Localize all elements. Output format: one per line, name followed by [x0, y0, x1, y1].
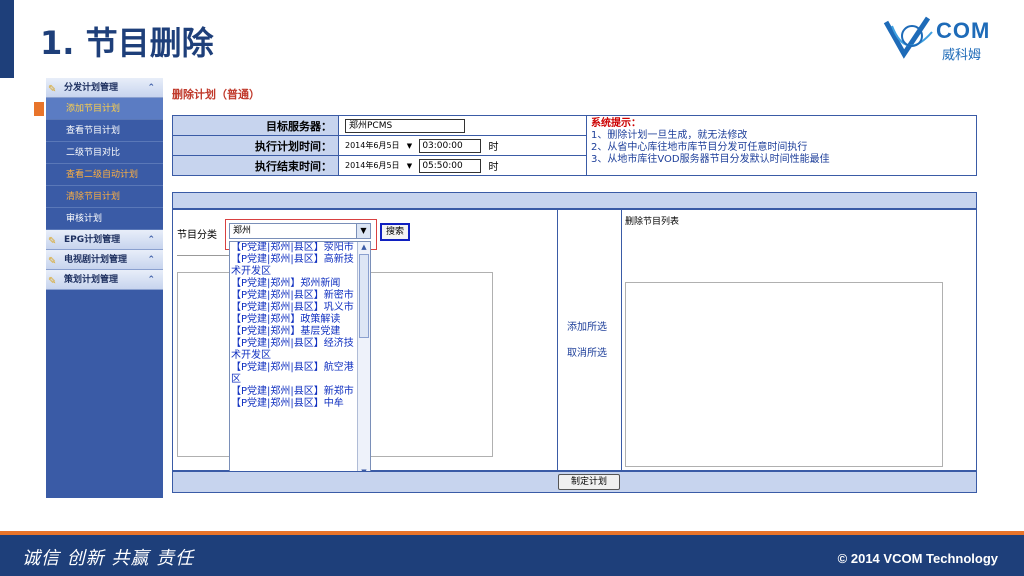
cancel-selected-link[interactable]: 取消所选 — [567, 344, 607, 359]
end-time-field[interactable]: 05:50:00 — [419, 158, 482, 173]
program-selection-area: 节目分类 郑州 ▼ 搜索 【P党建|郑州|县区】荥阳市 【P党建|郑州|县区】高… — [172, 209, 977, 479]
column-divider — [557, 210, 558, 470]
tip-line: 1、删除计划一旦生成，就无法修改 — [591, 130, 748, 141]
action-bar: 制定计划 — [172, 471, 977, 493]
plan-form: 目标服务器： 郑州PCMS 系统提示： 1、删除计划一旦生成，就无法修改 2、从… — [172, 115, 977, 176]
dropdown-option[interactable]: 【P党建|郑州|县区】巩义市 — [230, 302, 358, 314]
dropdown-option[interactable]: 【P党建|郑州|县区】新密市 — [230, 290, 358, 302]
sidebar-item-add-plan[interactable]: 添加节目计划 — [46, 98, 163, 120]
sidebar-group-label: EPG计划管理 — [64, 235, 121, 245]
end-time-label: 执行结束时间： — [255, 159, 332, 173]
footer-slogan: 诚信 创新 共赢 责任 — [22, 548, 195, 569]
chevron-down-icon[interactable]: ▼ — [356, 224, 370, 238]
collapse-arrow-icon: ⌃ — [147, 83, 155, 93]
create-plan-button[interactable]: 制定计划 — [558, 474, 620, 490]
footer: 诚信 创新 共赢 责任 © 2014 VCOM Technology — [0, 535, 1024, 576]
main-panel: 删除计划（普通） 目标服务器： 郑州PCMS 系统提示： 1、删除计划一旦生成，… — [168, 80, 980, 498]
sidebar-group-label: 分发计划管理 — [64, 83, 119, 93]
dropdown-option[interactable]: 【P党建|郑州|县区】荥阳市 — [230, 242, 358, 254]
unit-label: 时 — [488, 162, 499, 173]
server-field[interactable]: 郑州PCMS — [345, 118, 465, 133]
dropdown-list: 【P党建|郑州|县区】荥阳市 【P党建|郑州|县区】高新技术开发区 【P党建|郑… — [230, 242, 358, 410]
title-accent-bar — [0, 0, 14, 78]
orange-marker — [34, 102, 44, 116]
sidebar-group-epg[interactable]: ✎ EPG计划管理 ⌃ — [46, 230, 163, 250]
sidebar-item-view-plan[interactable]: 查看节目计划 — [46, 120, 163, 142]
section-divider — [172, 192, 977, 209]
sidebar-item-compare[interactable]: 二级节目对比 — [46, 142, 163, 164]
collapse-arrow-icon: ⌃ — [147, 275, 155, 285]
system-tips: 系统提示： 1、删除计划一旦生成，就无法修改 2、从省中心库往地市库节目分发可任… — [586, 115, 977, 176]
category-value: 郑州 — [233, 226, 252, 236]
search-button[interactable]: 搜索 — [380, 223, 410, 241]
dropdown-option[interactable]: 【P党建|郑州|县区】经济技术开发区 — [230, 338, 358, 362]
delete-list-label: 删除节目列表 — [625, 217, 680, 227]
vcom-logo: COM 威科姆 — [882, 14, 1002, 66]
unit-label: 时 — [488, 142, 499, 153]
tip-line: 3、从地市库往VOD服务器节目分发默认时间性能最佳 — [591, 154, 830, 165]
chevron-down-icon[interactable]: ▼ — [407, 162, 412, 170]
pencil-icon: ✎ — [48, 276, 57, 287]
logo-text: COM — [936, 18, 991, 43]
sidebar-group-tv-series[interactable]: ✎ 电视剧计划管理 ⌃ — [46, 250, 163, 270]
pencil-icon: ✎ — [48, 236, 57, 247]
delete-program-list[interactable] — [625, 282, 943, 467]
slide-title: 1. 节目删除 — [40, 24, 214, 62]
page-title: 删除计划（普通） — [172, 88, 260, 101]
dropdown-option[interactable]: 【P党建|郑州】政策解读 — [230, 314, 358, 326]
add-selected-link[interactable]: 添加所选 — [567, 318, 607, 333]
dropdown-option[interactable]: 【P党建|郑州】郑州新闻 — [230, 278, 358, 290]
start-time-label: 执行计划时间： — [255, 139, 332, 153]
copyright: © 2014 VCOM Technology — [837, 551, 998, 566]
sidebar-group-label: 策划计划管理 — [64, 275, 119, 285]
column-divider — [621, 210, 622, 470]
dropdown-option[interactable]: 【P党建|郑州|县区】新郑市 — [230, 386, 358, 398]
start-time-field[interactable]: 03:00:00 — [419, 138, 482, 153]
dropdown-option[interactable]: 【P党建|郑州|县区】高新技术开发区 — [230, 254, 358, 278]
tips-title: 系统提示： — [591, 118, 641, 129]
vcom-logo-icon — [883, 16, 933, 59]
logo-subtitle: 威科姆 — [942, 48, 982, 63]
tip-line: 2、从省中心库往地市库节目分发可任意时间执行 — [591, 142, 808, 153]
scroll-up-icon[interactable]: ▲ — [358, 242, 370, 253]
end-date-select[interactable]: 2014年6月5日 — [345, 160, 400, 171]
dropdown-scrollbar[interactable]: ▲ ▼ — [357, 242, 370, 478]
sidebar-group-distribution[interactable]: ✎ 分发计划管理 ⌃ — [46, 78, 163, 98]
scroll-thumb[interactable] — [359, 254, 369, 338]
collapse-arrow-icon: ⌃ — [147, 235, 155, 245]
sidebar-item-clear-plan[interactable]: 清除节目计划 — [46, 186, 163, 208]
divider — [177, 255, 229, 256]
dropdown-option[interactable]: 【P党建|郑州】基层党建 — [230, 326, 358, 338]
dropdown-option[interactable]: 【P党建|郑州|县区】航空港区 — [230, 362, 358, 386]
server-label: 目标服务器： — [266, 119, 332, 133]
pencil-icon: ✎ — [48, 256, 57, 267]
sidebar-group-label: 电视剧计划管理 — [64, 255, 128, 265]
chevron-down-icon[interactable]: ▼ — [407, 142, 412, 150]
category-label: 节目分类 — [177, 230, 217, 241]
category-select[interactable]: 郑州 ▼ — [229, 223, 371, 239]
collapse-arrow-icon: ⌃ — [147, 255, 155, 265]
sidebar: ✎ 分发计划管理 ⌃ 添加节目计划 查看节目计划 二级节目对比 查看二级自动计划… — [46, 78, 163, 498]
dropdown-option[interactable]: 【P党建|郑州|县区】中牟 — [230, 398, 358, 410]
pencil-icon: ✎ — [48, 84, 57, 95]
sidebar-item-review-plan[interactable]: 审核计划 — [46, 208, 163, 230]
category-dropdown[interactable]: 【P党建|郑州|县区】荥阳市 【P党建|郑州|县区】高新技术开发区 【P党建|郑… — [229, 241, 371, 479]
sidebar-item-auto-plan[interactable]: 查看二级自动计划 — [46, 164, 163, 186]
start-date-select[interactable]: 2014年6月5日 — [345, 140, 400, 151]
sidebar-group-planning[interactable]: ✎ 策划计划管理 ⌃ — [46, 270, 163, 290]
